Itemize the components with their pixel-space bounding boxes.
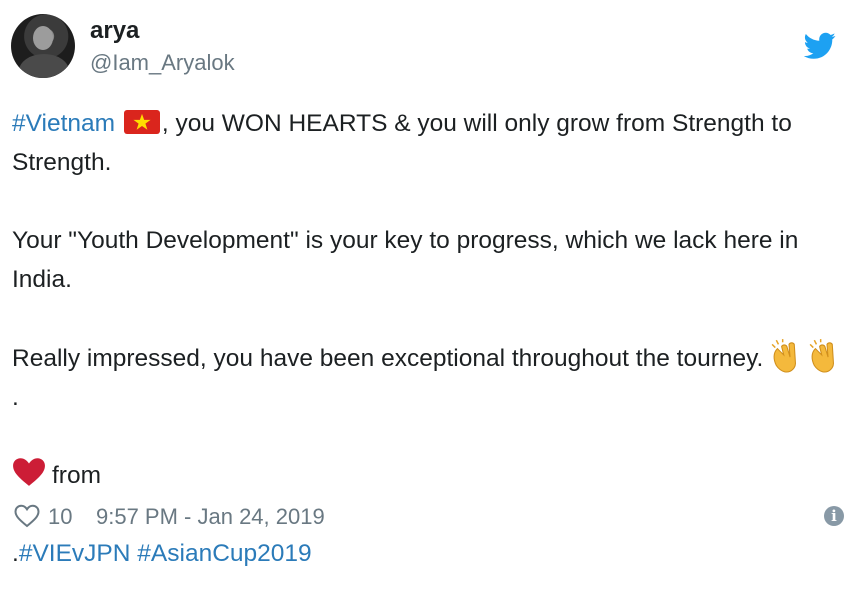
like-count[interactable]: 10: [48, 504, 72, 530]
tweet-header: arya @Iam_Aryalok: [10, 12, 850, 82]
tweet-text-dot: .: [12, 540, 19, 567]
tweet-text-line3: Really impressed, you have been exceptio…: [12, 345, 764, 372]
tweet-paragraph-4: from: [12, 456, 852, 495]
clapping-hands-icon: [809, 339, 835, 373]
author-handle[interactable]: @Iam_Aryalok: [90, 50, 235, 76]
tweet-timestamp[interactable]: 9:57 PM - Jan 24, 2019: [96, 504, 325, 530]
tweet-text-period: .: [12, 384, 19, 411]
tweet-paragraph-3: Really impressed, you have been exceptio…: [12, 338, 852, 417]
vietnam-flag-icon: [123, 110, 160, 134]
avatar[interactable]: [11, 14, 75, 78]
red-heart-icon: [13, 458, 45, 486]
avatar-shoulder: [19, 54, 69, 78]
tweet-text-from: from: [52, 462, 101, 489]
hashtag-vietnam[interactable]: #Vietnam: [12, 110, 115, 137]
hashtag-vievjpn[interactable]: #VIEvJPN: [19, 540, 131, 567]
avatar-head: [33, 26, 53, 50]
author-name[interactable]: arya: [90, 17, 139, 45]
info-icon[interactable]: i: [824, 506, 844, 526]
clapping-hands-icon: [771, 339, 797, 373]
hashtag-asiancup2019[interactable]: #AsianCup2019: [137, 540, 311, 567]
tweet-paragraph-1: #Vietnam , you WON HEARTS & you will onl…: [12, 104, 852, 182]
tweet-paragraph-2: Your "Youth Development" is your key to …: [12, 227, 799, 293]
twitter-bird-icon[interactable]: [804, 32, 836, 60]
embedded-tweet: arya @Iam_Aryalok #Vietnam , you WON HEA…: [0, 0, 864, 567]
india-flag-icon: [108, 462, 142, 486]
heart-outline-icon[interactable]: [14, 504, 40, 528]
tweet-footer: 10 9:57 PM - Jan 24, 2019 i: [14, 500, 850, 532]
